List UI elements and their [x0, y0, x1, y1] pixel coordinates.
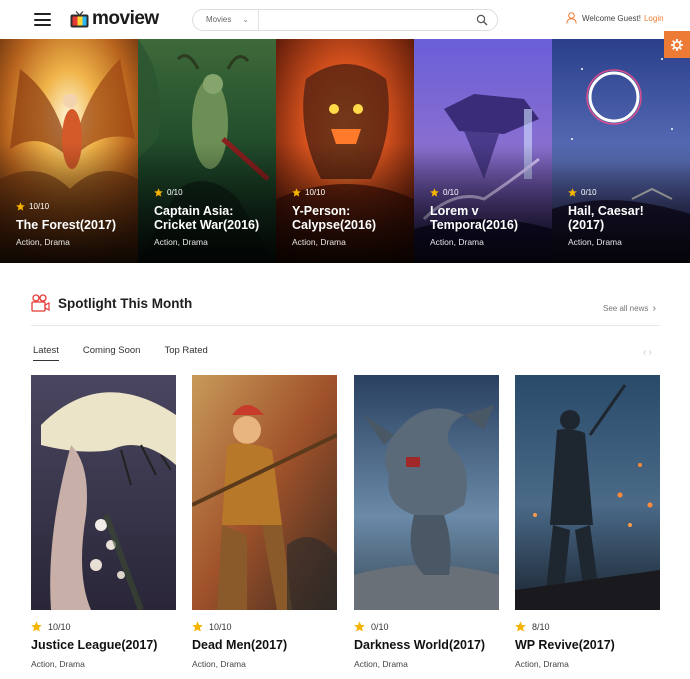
spotlight-tabs: Latest Coming Soon Top Rated: [33, 345, 232, 361]
movie-genre: Action, Drama: [31, 659, 85, 669]
search-icon[interactable]: [476, 14, 488, 26]
gear-icon: [671, 38, 683, 51]
hero-genre: Action, Drama: [154, 237, 208, 247]
see-all-news-link[interactable]: See all news ››: [603, 303, 655, 314]
movie-grid: 10/10 Justice League(2017) Action, Drama: [31, 375, 660, 675]
hero-card[interactable]: 0/10 Hail, Caesar! (2017) Action, Drama: [552, 39, 690, 263]
star-icon: [430, 188, 439, 197]
user-welcome: Welcome Guest! Login: [566, 12, 664, 24]
next-arrow-icon[interactable]: ›: [648, 347, 651, 358]
search-input[interactable]: [263, 12, 463, 28]
star-icon: [31, 621, 42, 632]
hero-title[interactable]: Hail, Caesar! (2017): [568, 204, 682, 232]
hero-rating: 10/10: [292, 188, 406, 197]
movie-poster[interactable]: [515, 375, 660, 610]
see-all-label: See all news: [603, 304, 649, 313]
movie-card[interactable]: 0/10 Darkness World(2017) Action, Drama: [354, 375, 499, 669]
tab-latest[interactable]: Latest: [33, 345, 59, 361]
section-title: Spotlight This Month: [58, 296, 193, 311]
hero-meta: 0/10 Hail, Caesar! (2017) Action, Drama: [568, 188, 682, 247]
poster-image: [31, 375, 176, 610]
movie-rating: 8/10: [515, 621, 550, 632]
hero-title[interactable]: Y-Person: Calypse(2016): [292, 204, 406, 232]
hero-rating: 10/10: [16, 202, 130, 211]
movie-genre: Action, Drama: [354, 659, 408, 669]
movie-title[interactable]: Dead Men(2017): [192, 638, 287, 652]
hero-card[interactable]: 10/10 Y-Person: Calypse(2016) Action, Dr…: [276, 39, 414, 263]
section-divider: [31, 325, 660, 326]
poster-image: [515, 375, 660, 610]
site-header: moview Movies ⌄ Welcome Guest! Login: [0, 0, 690, 39]
double-chevron-right-icon: ››: [652, 303, 655, 314]
settings-button[interactable]: [664, 31, 690, 58]
tab-top-rated[interactable]: Top Rated: [164, 345, 207, 361]
hero-title[interactable]: Captain Asia: Cricket War(2016): [154, 204, 268, 232]
hero-card[interactable]: 0/10 Captain Asia: Cricket War(2016) Act…: [138, 39, 276, 263]
hero-genre: Action, Drama: [430, 237, 484, 247]
movie-poster[interactable]: [192, 375, 337, 610]
hero-genre: Action, Drama: [568, 237, 622, 247]
search-bar: Movies ⌄: [192, 9, 498, 31]
movie-title[interactable]: Darkness World(2017): [354, 638, 485, 652]
menu-icon[interactable]: [34, 13, 51, 26]
movie-rating: 0/10: [354, 621, 389, 632]
tab-coming-soon[interactable]: Coming Soon: [83, 345, 141, 361]
hero-title[interactable]: Lorem v Tempora(2016): [430, 204, 544, 232]
star-icon: [154, 188, 163, 197]
hero-meta: 10/10 Y-Person: Calypse(2016) Action, Dr…: [292, 188, 406, 247]
movie-rating: 10/10: [192, 621, 232, 632]
prev-arrow-icon[interactable]: ‹: [643, 347, 646, 358]
hero-meta: 0/10 Lorem v Tempora(2016) Action, Drama: [430, 188, 544, 247]
hero-card[interactable]: 0/10 Lorem v Tempora(2016) Action, Drama: [414, 39, 552, 263]
star-icon: [16, 202, 25, 211]
hero-meta: 10/10 The Forest(2017) Action, Drama: [16, 202, 130, 247]
carousel-pager: ‹ ›: [641, 347, 652, 358]
chevron-down-icon: ⌄: [242, 15, 249, 24]
movie-poster[interactable]: [31, 375, 176, 610]
tv-logo-icon: [70, 10, 89, 27]
hero-meta: 0/10 Captain Asia: Cricket War(2016) Act…: [154, 188, 268, 247]
poster-image: [354, 375, 499, 610]
hero-card[interactable]: 10/10 The Forest(2017) Action, Drama: [0, 39, 138, 263]
search-category-label: Movies: [206, 15, 232, 24]
movie-poster[interactable]: [354, 375, 499, 610]
logo-text: moview: [92, 8, 159, 29]
star-icon: [568, 188, 577, 197]
film-camera-icon: [31, 294, 50, 312]
star-icon: [354, 621, 365, 632]
movie-card[interactable]: 10/10 Dead Men(2017) Action, Drama: [192, 375, 337, 669]
movie-rating: 10/10: [31, 621, 71, 632]
star-icon: [515, 621, 526, 632]
movie-title[interactable]: Justice League(2017): [31, 638, 157, 652]
movie-genre: Action, Drama: [192, 659, 246, 669]
featured-slider: 10/10 The Forest(2017) Action, Drama 0/1…: [0, 39, 690, 263]
poster-image: [192, 375, 337, 610]
movie-title[interactable]: WP Revive(2017): [515, 638, 615, 652]
hero-genre: Action, Drama: [292, 237, 346, 247]
star-icon: [292, 188, 301, 197]
hero-rating: 0/10: [154, 188, 268, 197]
star-icon: [192, 621, 203, 632]
hero-genre: Action, Drama: [16, 237, 70, 247]
login-link[interactable]: Login: [644, 14, 664, 23]
welcome-text: Welcome Guest!: [582, 13, 641, 23]
movie-genre: Action, Drama: [515, 659, 569, 669]
movie-card[interactable]: 10/10 Justice League(2017) Action, Drama: [31, 375, 176, 669]
search-category-select[interactable]: Movies ⌄: [193, 10, 259, 30]
hero-title[interactable]: The Forest(2017): [16, 218, 130, 232]
movie-card[interactable]: 8/10 WP Revive(2017) Action, Drama: [515, 375, 660, 669]
hero-rating: 0/10: [430, 188, 544, 197]
user-icon: [566, 12, 577, 24]
site-logo[interactable]: moview: [70, 8, 159, 30]
hero-rating: 0/10: [568, 188, 682, 197]
